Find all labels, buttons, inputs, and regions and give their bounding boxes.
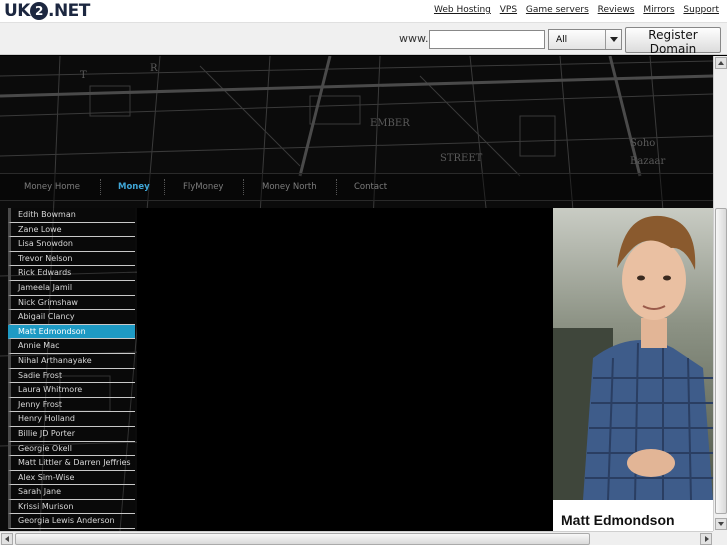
svg-text:EMBER: EMBER: [370, 118, 410, 129]
list-item[interactable]: Edith Bowman: [8, 208, 135, 223]
list-item[interactable]: Nick Grimshaw: [8, 295, 135, 311]
list-item-active[interactable]: Matt Edmondson: [8, 324, 135, 340]
nav-money[interactable]: Money: [118, 182, 150, 192]
list-item[interactable]: Nihal Arthanayake: [8, 353, 135, 369]
horizontal-scroll-thumb[interactable]: [15, 533, 590, 545]
logo-text-uk: UK: [4, 1, 30, 21]
list-item[interactable]: Zane Lowe: [8, 222, 135, 238]
nav-separator: [164, 179, 165, 195]
list-item[interactable]: Lisa Snowdon: [8, 237, 135, 252]
list-item[interactable]: Jenny Frost: [8, 397, 135, 413]
horizontal-scrollbar[interactable]: [0, 531, 713, 545]
logo-text-2: 2: [29, 2, 48, 20]
list-item[interactable]: Abigail Clancy: [8, 310, 135, 325]
main-nav: Money Home Money FlyMoney Money North Co…: [0, 173, 713, 201]
scroll-right-icon[interactable]: [700, 533, 712, 545]
list-item[interactable]: Billie JD Porter: [8, 426, 135, 442]
tld-select[interactable]: All: [548, 29, 622, 50]
content-panel: [137, 208, 553, 531]
top-links: Web Hosting VPS Game servers Reviews Mir…: [428, 5, 719, 15]
link-web-hosting[interactable]: Web Hosting: [434, 5, 491, 15]
list-item[interactable]: Sarah Jane: [8, 485, 135, 500]
nav-flymoney[interactable]: FlyMoney: [183, 182, 223, 192]
list-item[interactable]: Georgia Lewis Anderson: [8, 514, 135, 530]
tld-selected-value: All: [556, 35, 568, 45]
list-item[interactable]: Henry Holland: [8, 412, 135, 427]
svg-text:Bazaar: Bazaar: [630, 156, 666, 167]
presenter-photo: [553, 208, 713, 500]
list-item[interactable]: Trevor Nelson: [8, 251, 135, 267]
nav-contact[interactable]: Contact: [354, 182, 387, 192]
logo-text-net: .NET: [47, 1, 90, 21]
chevron-down-icon[interactable]: [605, 30, 621, 49]
list-item[interactable]: Matt Littler & Darren Jeffries: [8, 456, 135, 471]
vertical-scrollbar[interactable]: [713, 56, 727, 531]
list-item[interactable]: Annie Mac: [8, 339, 135, 354]
list-item[interactable]: Rick Edwards: [8, 266, 135, 281]
nav-separator: [243, 179, 244, 195]
list-item[interactable]: Alex Sim-Wise: [8, 470, 135, 486]
nav-separator: [100, 179, 101, 195]
www-prefix: www.: [399, 32, 429, 45]
presenter-list: Edith Bowman Zane Lowe Lisa Snowdon Trev…: [8, 208, 136, 530]
svg-text:Soho: Soho: [630, 138, 655, 149]
register-domain-button[interactable]: Register Domain: [625, 27, 721, 56]
scroll-left-icon[interactable]: [1, 533, 13, 545]
scroll-down-icon[interactable]: [715, 518, 727, 530]
svg-text:R: R: [150, 63, 158, 74]
link-reviews[interactable]: Reviews: [598, 5, 635, 15]
svg-text:T: T: [80, 70, 87, 81]
uk2-logo[interactable]: UK 2 .NET: [4, 1, 90, 21]
nav-money-north[interactable]: Money North: [262, 182, 317, 192]
scrollbar-corner: [713, 531, 727, 545]
nav-separator: [336, 179, 337, 195]
list-item[interactable]: Laura Whitmore: [8, 383, 135, 398]
top-banner: UK 2 .NET Web Hosting VPS Game servers Rev…: [0, 0, 727, 22]
nav-money-home[interactable]: Money Home: [24, 182, 80, 192]
vertical-scroll-thumb[interactable]: [715, 208, 727, 514]
list-item[interactable]: Sadie Frost: [8, 368, 135, 384]
presenter-name: Matt Edmondson: [561, 512, 675, 528]
list-item[interactable]: Jameela Jamil: [8, 280, 135, 296]
link-support[interactable]: Support: [683, 5, 719, 15]
scroll-up-icon[interactable]: [715, 57, 727, 69]
link-game-servers[interactable]: Game servers: [526, 5, 589, 15]
link-mirrors[interactable]: Mirrors: [643, 5, 674, 15]
link-vps[interactable]: VPS: [500, 5, 517, 15]
svg-text:STREET: STREET: [440, 153, 483, 164]
domain-register-bar: www. All Register Domain: [0, 22, 727, 56]
site-area: T R EMBER STREET Soho Bazaar Money Home …: [0, 56, 713, 531]
presenter-portrait-image: [553, 208, 713, 500]
list-item[interactable]: Krissi Murison: [8, 499, 135, 515]
list-item[interactable]: Georgie Okell: [8, 441, 135, 457]
domain-input[interactable]: [429, 30, 545, 49]
presenter-caption: Matt Edmondson: [553, 500, 713, 531]
